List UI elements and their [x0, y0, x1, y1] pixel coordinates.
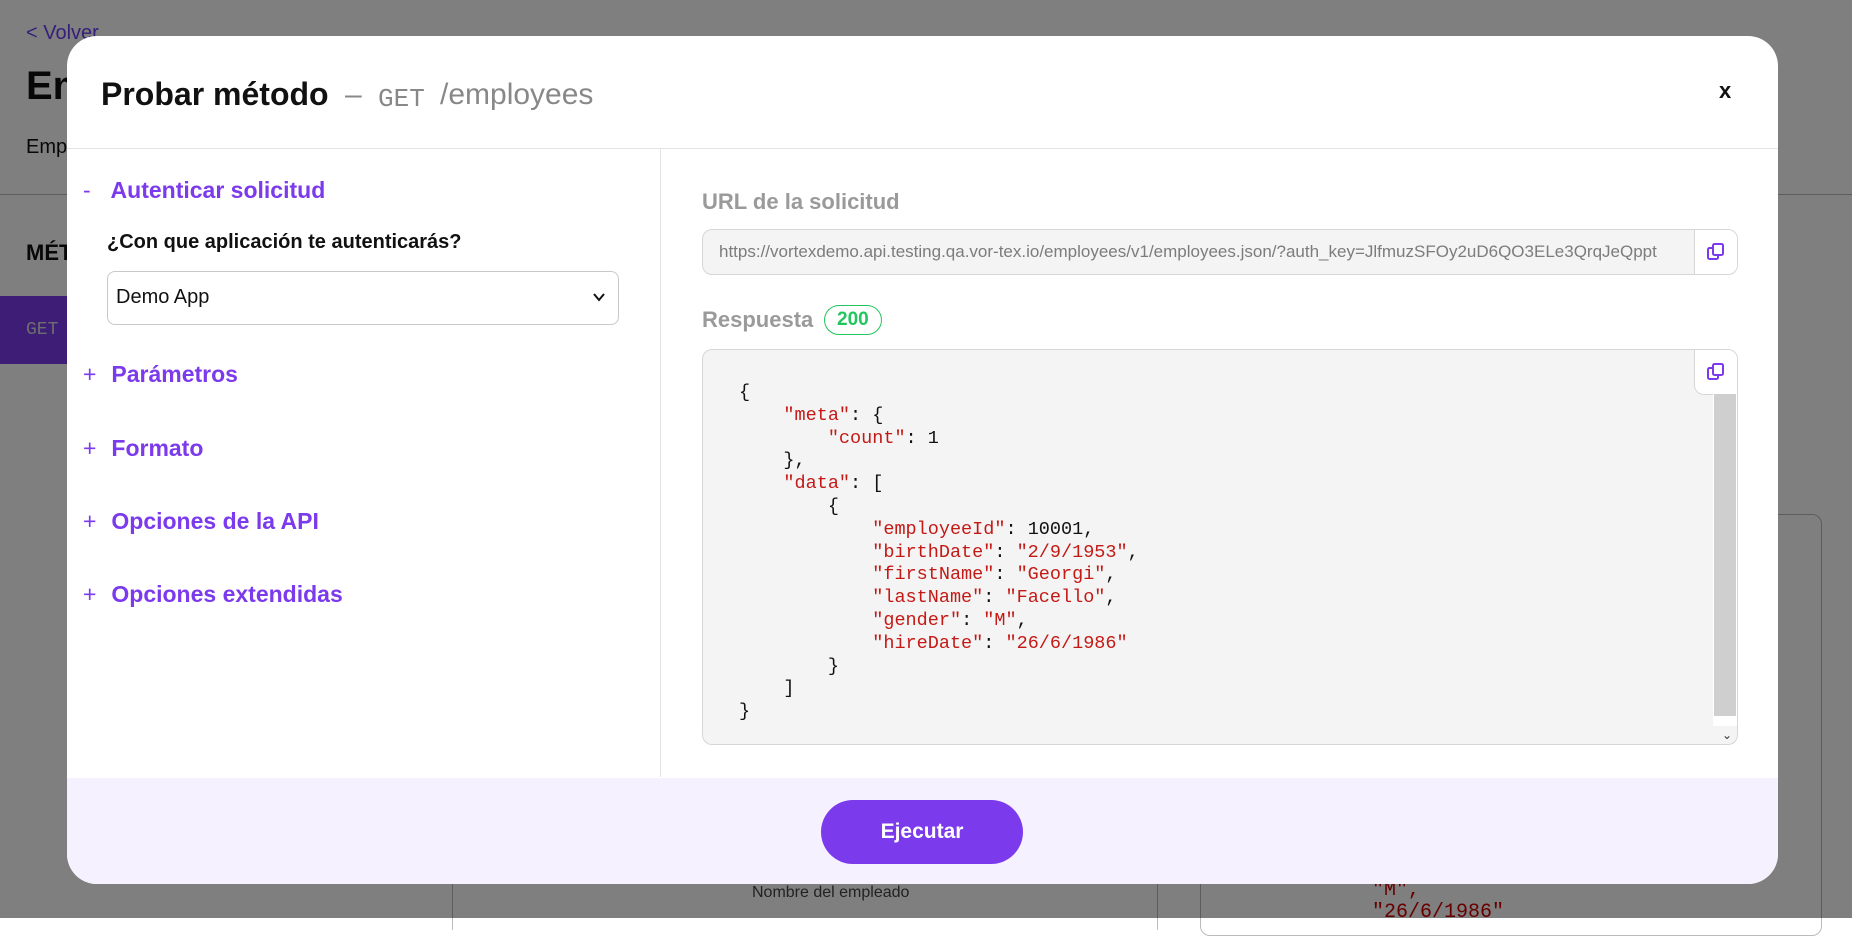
auth-app-select[interactable]: Demo App [107, 271, 619, 325]
json-key: "gender" [872, 609, 962, 631]
status-badge: 200 [824, 305, 882, 335]
expand-icon: + [83, 435, 97, 461]
copy-icon [1707, 243, 1724, 260]
accordion-label: Formato [111, 435, 204, 461]
auth-app-selected: Demo App [116, 286, 210, 308]
accordion-label: Opciones de la API [111, 508, 319, 534]
modal-footer: Ejecutar [67, 778, 1778, 884]
response-body[interactable]: { "meta": { "count": 1 }, "data": [ { "e… [702, 349, 1738, 745]
json-value: "Georgi" [1016, 564, 1106, 586]
try-method-modal: Probar método – GET /employees x - Auten… [67, 36, 1778, 884]
accordion-api-options[interactable]: + Opciones de la API [83, 508, 319, 535]
expand-icon: + [83, 581, 97, 607]
json-value: 10001 [1027, 518, 1084, 540]
chevron-down-icon [593, 293, 605, 302]
json-key: "employeeId" [872, 518, 1006, 540]
accordion-authenticate[interactable]: - Autenticar solicitud [83, 177, 325, 204]
expand-icon: + [83, 508, 97, 534]
accordion-extended-options[interactable]: + Opciones extendidas [83, 581, 343, 608]
accordion-format[interactable]: + Formato [83, 435, 203, 462]
response-json: { "meta": { "count": 1 }, "data": [ { "e… [739, 382, 1139, 723]
json-key: "count" [827, 427, 906, 449]
collapse-icon: - [83, 177, 91, 203]
json-value: "Facello" [1005, 587, 1106, 609]
json-key: "data" [783, 473, 851, 495]
http-method: GET [378, 84, 425, 114]
request-options-panel: - Autenticar solicitud ¿Con que aplicaci… [67, 149, 661, 777]
accordion-label: Parámetros [111, 361, 238, 387]
request-url-value: https://vortexdemo.api.testing.qa.vor-te… [719, 242, 1657, 261]
auth-app-label: ¿Con que aplicación te autenticarás? [107, 231, 462, 253]
copy-url-button[interactable] [1694, 230, 1737, 274]
request-url-field[interactable]: https://vortexdemo.api.testing.qa.vor-te… [702, 229, 1738, 275]
execute-button[interactable]: Ejecutar [821, 800, 1023, 864]
modal-title: Probar método [101, 76, 329, 112]
json-key: "lastName" [872, 587, 984, 609]
copy-icon [1707, 363, 1724, 380]
scroll-down-icon[interactable]: ⌄ [1722, 728, 1732, 742]
accordion-label: Opciones extendidas [111, 581, 343, 607]
json-value: "2/9/1953" [1016, 541, 1128, 563]
accordion-label: Autenticar solicitud [110, 177, 326, 203]
title-separator: – [345, 78, 362, 111]
close-icon[interactable]: x [1719, 78, 1731, 104]
json-key: "birthDate" [872, 541, 995, 563]
expand-icon: + [83, 361, 97, 387]
json-key: "hireDate" [872, 632, 984, 654]
response-label: Respuesta [702, 307, 814, 332]
request-result-panel: URL de la solicitud https://vortexdemo.a… [702, 149, 1738, 777]
copy-response-button[interactable] [1694, 350, 1737, 395]
modal-header: Probar método – GET /employees x [67, 36, 1778, 149]
json-key: "meta" [783, 404, 851, 426]
endpoint-path: /employees [440, 78, 594, 111]
json-value: 1 [927, 427, 939, 449]
request-url-label: URL de la solicitud [702, 189, 900, 214]
json-value: "M" [983, 609, 1017, 631]
scrollbar-thumb[interactable] [1714, 394, 1736, 716]
json-value: "26/6/1986" [1005, 632, 1128, 654]
json-key: "firstName" [872, 564, 995, 586]
accordion-parameters[interactable]: + Parámetros [83, 361, 238, 388]
